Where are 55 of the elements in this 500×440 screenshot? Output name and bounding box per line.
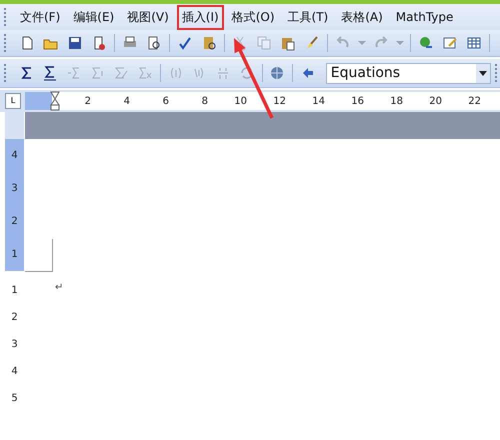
clipboard-icon: [280, 35, 296, 51]
ruler-number: 18: [389, 96, 403, 106]
ruler-number: 10: [233, 96, 247, 106]
ruler-number: 12: [272, 96, 286, 106]
ruler-number: 2: [84, 96, 91, 106]
check-icon: [177, 35, 193, 51]
ruler-number: 5: [11, 393, 18, 404]
sigma-icon: [42, 65, 58, 81]
indent-marker-icon[interactable]: [50, 91, 60, 111]
ruler-number: 1: [11, 249, 18, 260]
pencil-icon: [442, 35, 458, 51]
ruler-number: 3: [11, 339, 18, 350]
menu-item[interactable]: 表格(A): [336, 4, 388, 30]
menu-item[interactable]: 格式(O): [226, 4, 280, 30]
menu-item[interactable]: MathType: [390, 6, 458, 28]
ruler-number: 20: [428, 96, 442, 106]
dropdown-button[interactable]: [476, 64, 490, 82]
table-icon: [466, 35, 482, 51]
ruler-number: 4: [11, 366, 18, 377]
ruler-number: 4: [122, 96, 130, 106]
caret-icon: [358, 41, 366, 45]
sigma-icon: [113, 65, 130, 81]
toolbar-grip[interactable]: [4, 64, 9, 82]
save-icon: [67, 35, 83, 51]
paragraph-mark: ↵: [55, 282, 64, 293]
ruler-number: 22: [467, 96, 481, 106]
caret-icon: [396, 41, 404, 45]
magnifier-icon: [146, 35, 162, 51]
ruler-number: 2: [11, 312, 18, 323]
sigma-icon: [137, 65, 154, 81]
ruler-number: 2: [11, 216, 18, 227]
menu-item[interactable]: 视图(V): [122, 4, 174, 30]
style-dropdown[interactable]: Equations: [326, 62, 492, 84]
menu-item[interactable]: 工具(T): [282, 4, 334, 30]
menu-item[interactable]: 插入(I): [176, 4, 224, 30]
menu-item[interactable]: 文件(F): [15, 4, 66, 30]
ruler-margin: [25, 92, 52, 110]
menu-item[interactable]: 编辑(E): [68, 4, 120, 30]
brush-icon: [304, 35, 320, 51]
menu-grip[interactable]: [4, 8, 9, 26]
ruler-number: 6: [162, 96, 169, 106]
toolbar-grip[interactable]: [495, 64, 500, 82]
caret-icon: [479, 70, 488, 76]
ruler-number: 14: [311, 96, 325, 106]
tab-selector[interactable]: L: [5, 93, 21, 109]
dropdown-value: Equations: [330, 65, 402, 81]
globe-icon: [269, 65, 286, 81]
ruler-number: 1: [11, 285, 18, 296]
ruler-number: 3: [11, 183, 18, 194]
toolbar-grip[interactable]: [4, 34, 9, 52]
margin-corner-mark: [25, 239, 53, 272]
ruler-number: 16: [350, 96, 364, 106]
copy-icon: [256, 35, 272, 51]
ruler-number: 4: [11, 150, 18, 161]
ruler-number: 8: [200, 96, 208, 106]
